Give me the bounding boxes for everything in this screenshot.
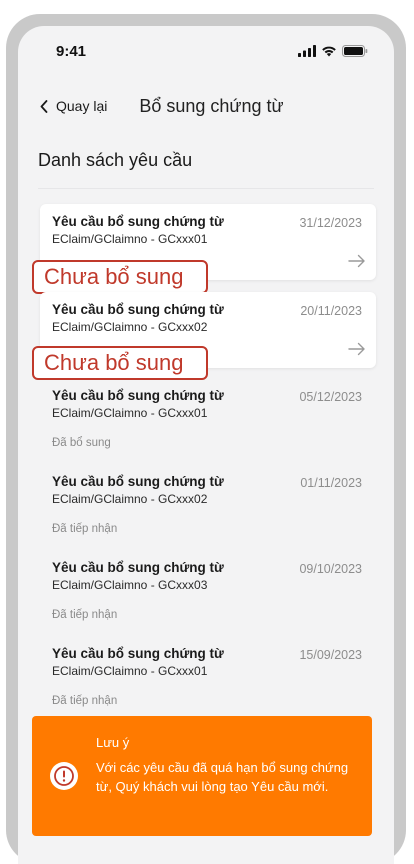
- request-claim-number: EClaim/GClaimno - GCxxx01: [52, 406, 208, 420]
- request-item[interactable]: Yêu cầu bổ sung chứng từ EClaim/GClaimno…: [40, 378, 376, 454]
- wifi-icon: [322, 46, 336, 57]
- status-bar: 9:41: [18, 26, 394, 70]
- request-status: Đã tiếp nhận: [52, 695, 118, 707]
- back-button[interactable]: Quay lại: [40, 98, 107, 114]
- arrow-right-icon[interactable]: [348, 254, 366, 268]
- request-status: Đã bổ sung: [52, 437, 111, 449]
- request-date: 01/11/2023: [300, 476, 362, 490]
- request-claim-number: EClaim/GClaimno - GCxxx02: [52, 320, 208, 334]
- request-item[interactable]: Yêu cầu bổ sung chứng từ EClaim/GClaimno…: [40, 550, 376, 626]
- notice-banner: Lưu ý Với các yêu cầu đã quá hạn bổ sung…: [32, 716, 372, 836]
- request-item[interactable]: Yêu cầu bổ sung chứng từ EClaim/GClaimno…: [40, 464, 376, 540]
- request-item[interactable]: Yêu cầu bổ sung chứng từ EClaim/GClaimno…: [40, 636, 376, 712]
- status-time: 9:41: [56, 42, 87, 60]
- list-heading: Danh sách yêu cầu: [38, 150, 193, 170]
- request-claim-number: EClaim/GClaimno - GCxxx01: [52, 232, 208, 246]
- back-label: Quay lại: [56, 98, 108, 114]
- divider: [38, 188, 374, 189]
- request-claim-number: EClaim/GClaimno - GCxxx01: [52, 664, 208, 678]
- request-status: Đã tiếp nhận: [52, 523, 118, 535]
- request-claim-number: EClaim/GClaimno - GCxxx02: [52, 492, 208, 506]
- exclamation-circle-icon: [50, 762, 78, 790]
- request-claim-number: EClaim/GClaimno - GCxxx03: [52, 578, 208, 592]
- page-title: Bổ sung chứng từ: [139, 95, 284, 116]
- request-date: 09/10/2023: [299, 562, 362, 576]
- notice-text: Với các yêu cầu đã quá hạn bổ sung chứng…: [96, 760, 349, 794]
- request-date: 15/09/2023: [299, 648, 362, 662]
- status-highlight-pending: Chưa bổ sung: [32, 260, 208, 294]
- request-status: Đã tiếp nhận: [52, 609, 118, 621]
- battery-icon: [342, 45, 368, 57]
- request-date: 31/12/2023: [299, 216, 362, 230]
- request-date: 20/11/2023: [300, 304, 362, 318]
- request-date: 05/12/2023: [299, 390, 362, 404]
- chevron-left-icon: [40, 99, 48, 113]
- nav-bar: Quay lại Bổ sung chứng từ: [18, 88, 394, 124]
- arrow-right-icon[interactable]: [348, 342, 366, 356]
- signal-icon: [298, 45, 316, 57]
- notice-title: Lưu ý: [96, 735, 130, 750]
- status-icons: [298, 45, 368, 57]
- status-highlight-pending: Chưa bổ sung: [32, 346, 208, 380]
